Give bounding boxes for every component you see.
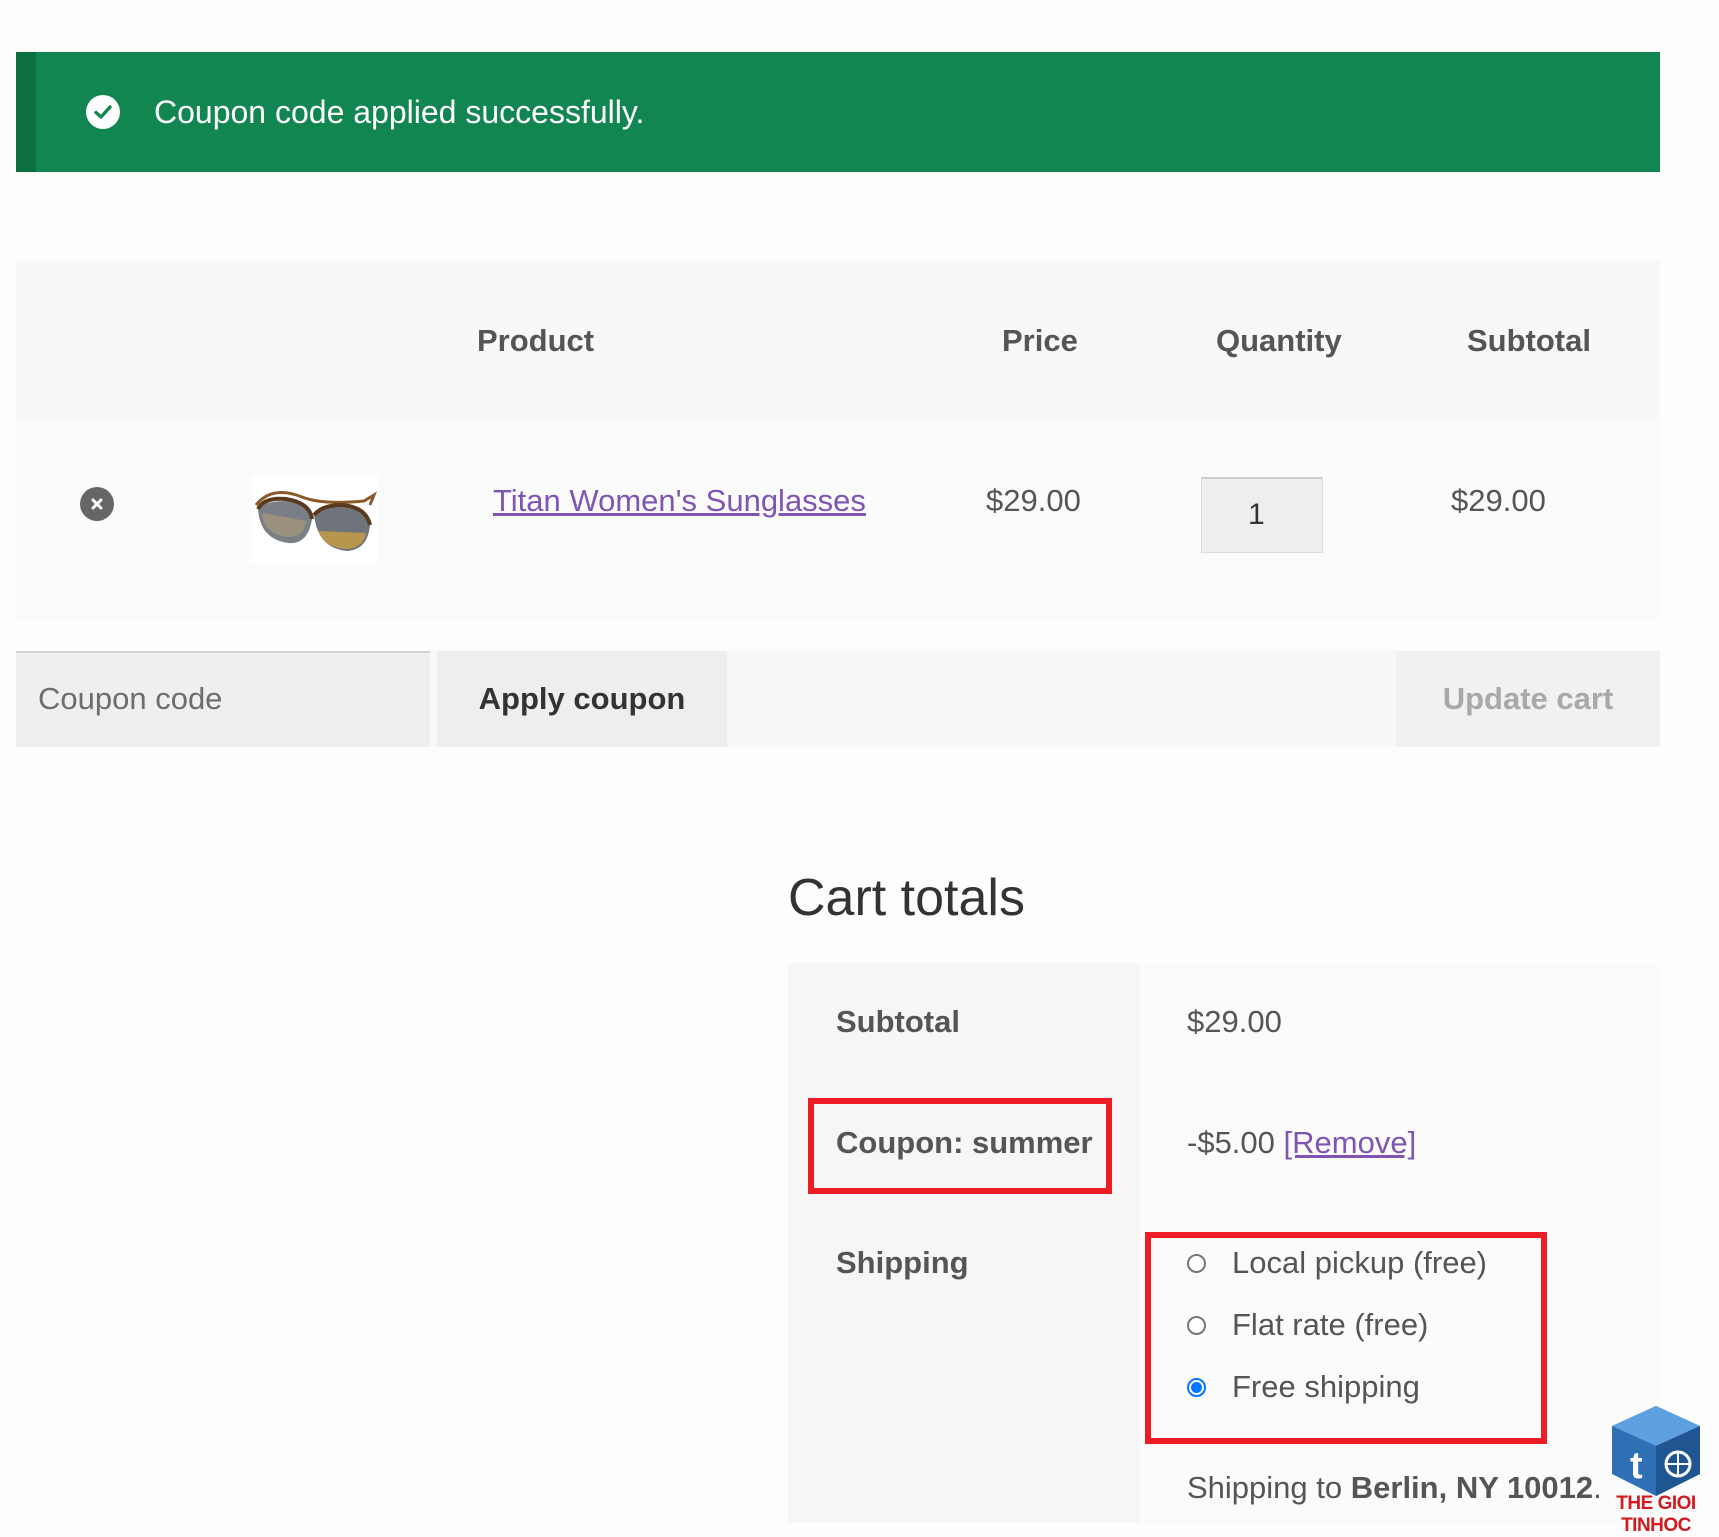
shipping-destination: Shipping to Berlin, NY 10012. xyxy=(1187,1470,1602,1506)
product-thumbnail[interactable] xyxy=(252,475,378,563)
shipping-address: Berlin, NY 10012 xyxy=(1350,1470,1594,1505)
header-price: Price xyxy=(1002,323,1078,358)
cart-table-header: Product Price Quantity Subtotal xyxy=(16,261,1660,421)
highlight-shipping-box xyxy=(1145,1232,1547,1444)
product-link[interactable]: Titan Women's Sunglasses xyxy=(493,483,866,519)
item-price: $29.00 xyxy=(986,483,1081,518)
item-subtotal: $29.00 xyxy=(1451,483,1546,518)
header-subtotal: Subtotal xyxy=(1467,323,1591,358)
coupon-code-input[interactable]: Coupon code xyxy=(16,651,430,747)
check-circle-icon xyxy=(86,95,120,129)
table-row: Titan Women's Sunglasses $29.00 1 $29.00 xyxy=(16,421,1660,619)
success-notice: Coupon code applied successfully. xyxy=(16,52,1660,172)
notice-message: Coupon code applied successfully. xyxy=(154,93,645,130)
remove-coupon-link[interactable]: [Remove] xyxy=(1284,1125,1417,1160)
remove-item-icon[interactable] xyxy=(80,487,114,521)
totals-label-column xyxy=(788,963,1140,1523)
cart-actions: Coupon code Apply coupon Update cart xyxy=(16,651,1660,747)
shipping-to-prefix: Shipping to xyxy=(1187,1470,1343,1505)
shipping-label: Shipping xyxy=(836,1245,969,1280)
header-quantity: Quantity xyxy=(1216,323,1342,358)
header-product: Product xyxy=(477,323,595,358)
cart-totals-title: Cart totals xyxy=(788,869,1025,927)
update-cart-button[interactable]: Update cart xyxy=(1396,651,1660,747)
subtotal-value: $29.00 xyxy=(1187,1004,1282,1039)
watermark-text: THE GIOI TINHOC xyxy=(1616,1493,1696,1536)
quantity-input[interactable]: 1 xyxy=(1201,477,1323,553)
svg-text:t: t xyxy=(1630,1445,1643,1487)
highlight-coupon-box xyxy=(808,1098,1112,1194)
coupon-discount: -$5.00 [Remove] xyxy=(1187,1125,1416,1161)
coupon-value: -$5.00 xyxy=(1187,1125,1275,1160)
apply-coupon-button[interactable]: Apply coupon xyxy=(437,651,727,747)
subtotal-label: Subtotal xyxy=(836,1004,960,1039)
